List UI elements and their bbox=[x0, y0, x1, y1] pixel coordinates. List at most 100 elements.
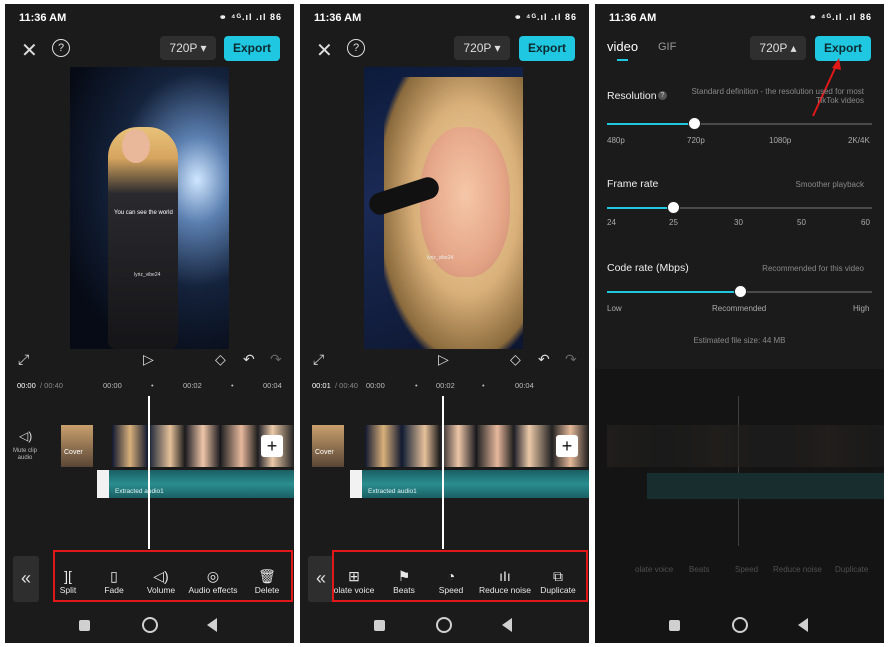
tab-video[interactable]: video bbox=[607, 39, 638, 54]
status-time: 11:36 AM bbox=[314, 12, 362, 24]
tick-label: • bbox=[151, 381, 154, 390]
fullscreen-icon[interactable]: ⤢ bbox=[18, 351, 29, 368]
audio-trim-handle[interactable] bbox=[97, 470, 109, 498]
fullscreen-icon[interactable]: ⤢ bbox=[313, 351, 324, 368]
status-bar: 11:36 AM ⚭ ⁴ᴳ.ıl .ıl 86 bbox=[5, 4, 294, 30]
undo-icon[interactable]: ↶ bbox=[243, 351, 255, 368]
framerate-hint: Smoother playback bbox=[795, 180, 864, 189]
audio-trim-handle[interactable] bbox=[350, 470, 362, 498]
cover-label: Cover bbox=[315, 449, 334, 456]
tick-label: 00:04 bbox=[515, 381, 534, 390]
tick-label: 00:04 bbox=[263, 381, 282, 390]
help-icon[interactable]: ? bbox=[52, 39, 70, 57]
android-nav-bar bbox=[300, 610, 589, 643]
cover-label: Cover bbox=[64, 449, 83, 456]
video-preview[interactable]: lyriz_vibe24 bbox=[364, 67, 523, 349]
timeline-ruler: 00:00 / 00:40 00:00 • 00:02 • 00:04 bbox=[5, 381, 294, 395]
home-icon[interactable] bbox=[732, 617, 748, 633]
dimmed-editor-background: olate voice Beats Speed Reduce noise Dup… bbox=[595, 369, 884, 643]
audio-track[interactable]: Extracted audio1 bbox=[97, 470, 294, 498]
close-icon[interactable]: ✕ bbox=[21, 38, 38, 63]
home-icon[interactable] bbox=[142, 617, 158, 633]
recents-icon[interactable] bbox=[374, 620, 385, 631]
dim-tool-label: Beats bbox=[689, 565, 710, 574]
slider-knob[interactable] bbox=[667, 201, 681, 214]
resolution-slider[interactable] bbox=[607, 117, 872, 130]
tool-label: Beats bbox=[393, 585, 415, 595]
back-icon[interactable] bbox=[207, 618, 217, 632]
audio-track-label: Extracted audio1 bbox=[368, 488, 417, 495]
export-button[interactable]: Export bbox=[224, 36, 280, 61]
resolution-dropdown[interactable]: 720P ▴ bbox=[750, 36, 806, 60]
tool-label: Duplicate bbox=[540, 585, 576, 595]
slider-knob[interactable] bbox=[733, 285, 747, 298]
home-icon[interactable] bbox=[436, 617, 452, 633]
coderate-slider[interactable] bbox=[607, 285, 872, 298]
tool-label: Split bbox=[59, 585, 77, 595]
close-icon[interactable]: ✕ bbox=[316, 38, 333, 63]
tick-label: Low bbox=[607, 304, 622, 313]
export-button[interactable]: Export bbox=[519, 36, 575, 61]
resolution-dropdown[interactable]: 720P ▾ bbox=[454, 36, 510, 60]
time-total: / 00:40 bbox=[40, 381, 63, 390]
tick-label: 00:00 bbox=[366, 381, 385, 390]
mute-audio-icon[interactable]: ◁) bbox=[19, 429, 32, 443]
audio-effects-icon: ◎ bbox=[206, 568, 220, 584]
tool-label: Audio effects bbox=[188, 585, 238, 595]
back-icon[interactable] bbox=[798, 618, 808, 632]
dim-tool-label: olate voice bbox=[635, 565, 674, 574]
speed-button[interactable]: ◔ Speed bbox=[421, 568, 481, 595]
tick-label: 24 bbox=[607, 218, 616, 227]
reduce-noise-button[interactable]: ıIı Reduce noise bbox=[475, 568, 535, 595]
tick-label: 720p bbox=[687, 136, 705, 145]
playhead[interactable] bbox=[148, 396, 150, 549]
back-icon[interactable] bbox=[502, 618, 512, 632]
editor-screen-more-tools: 11:36 AM ⚭ ⁴ᴳ.ıl .ıl 86 ✕ ? 720P ▾ Expor… bbox=[300, 4, 589, 643]
collapse-toolbar-button[interactable]: « bbox=[13, 556, 39, 602]
video-preview[interactable]: You can see the world lyriz_vibe24 bbox=[70, 67, 229, 349]
keyframe-icon[interactable]: ◇ bbox=[215, 351, 226, 368]
add-clip-button[interactable]: + bbox=[556, 435, 578, 457]
status-icons: ⚭ ⁴ᴳ.ıl .ıl 86 bbox=[513, 12, 577, 22]
dim-tool-label: Reduce noise bbox=[773, 565, 822, 574]
dim-playhead bbox=[738, 396, 739, 546]
cover-button[interactable]: Cover bbox=[61, 425, 93, 467]
status-icons: ⚭ ⁴ᴳ.ıl .ıl 86 bbox=[808, 12, 872, 22]
redo-icon[interactable]: ↷ bbox=[270, 351, 282, 368]
redo-icon[interactable]: ↷ bbox=[565, 351, 577, 368]
audio-effects-button[interactable]: ◎ Audio effects bbox=[183, 568, 243, 595]
tab-video-indicator bbox=[617, 59, 628, 61]
status-bar: 11:36 AM ⚭ ⁴ᴳ.ıl .ıl 86 bbox=[595, 4, 884, 30]
audio-track[interactable]: Extracted audio1 bbox=[350, 470, 589, 498]
tick-label: High bbox=[853, 304, 870, 313]
tick-label: 60 bbox=[861, 218, 870, 227]
recents-icon[interactable] bbox=[79, 620, 90, 631]
help-icon[interactable]: ? bbox=[347, 39, 365, 57]
volume-button[interactable]: ◁) Volume bbox=[131, 568, 191, 595]
tick-label: • bbox=[482, 381, 485, 390]
play-icon[interactable]: ▷ bbox=[143, 351, 154, 368]
framerate-slider[interactable] bbox=[607, 201, 872, 214]
status-time: 11:36 AM bbox=[19, 12, 67, 24]
resolution-dropdown[interactable]: 720P ▾ bbox=[160, 36, 216, 60]
add-clip-button[interactable]: + bbox=[261, 435, 283, 457]
cover-button[interactable]: Cover bbox=[312, 425, 344, 467]
tick-label: 480p bbox=[607, 136, 625, 145]
dim-audio bbox=[647, 473, 884, 499]
playhead[interactable] bbox=[442, 396, 444, 549]
play-icon[interactable]: ▷ bbox=[438, 351, 449, 368]
coderate-label: Code rate (Mbps) bbox=[607, 262, 689, 274]
delete-button[interactable]: 🗑 Delete bbox=[237, 568, 294, 595]
singer-face bbox=[122, 129, 150, 163]
keyframe-icon[interactable]: ◇ bbox=[510, 351, 521, 368]
slider-knob[interactable] bbox=[688, 117, 702, 130]
recents-icon[interactable] bbox=[669, 620, 680, 631]
tab-gif[interactable]: GIF bbox=[658, 41, 676, 53]
audio-track-label: Extracted audio1 bbox=[115, 488, 164, 495]
tool-label: Delete bbox=[254, 585, 280, 595]
tick-label: 00:00 bbox=[103, 381, 122, 390]
duplicate-button[interactable]: ⧉ Duplicate bbox=[528, 568, 588, 595]
undo-icon[interactable]: ↶ bbox=[538, 351, 550, 368]
time-current: 00:00 bbox=[17, 381, 36, 390]
info-icon[interactable]: ? bbox=[658, 91, 667, 100]
